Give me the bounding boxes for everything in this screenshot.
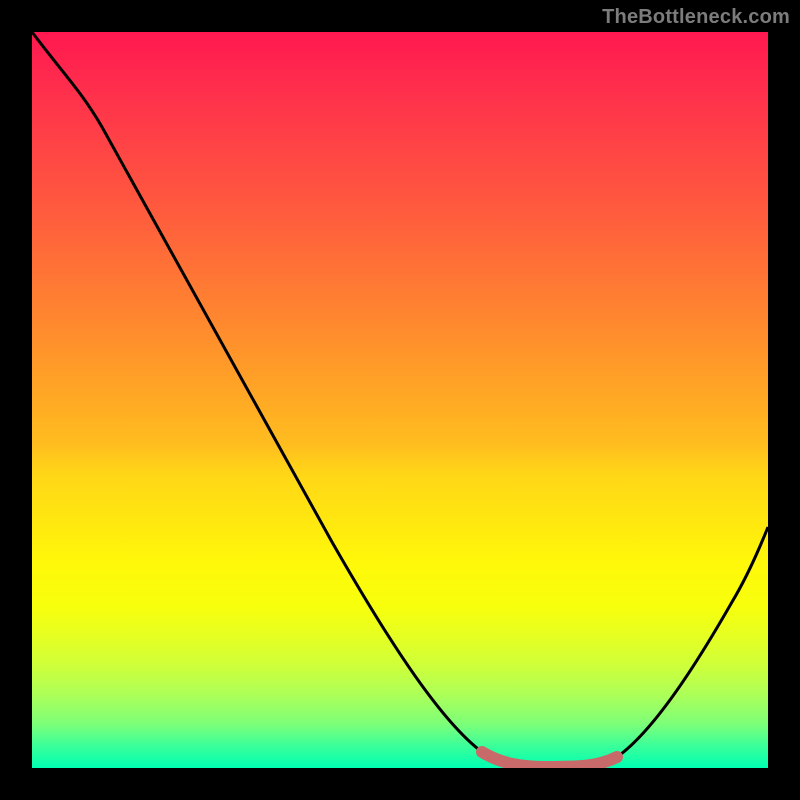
chart-svg — [32, 32, 768, 768]
watermark-text: TheBottleneck.com — [602, 6, 790, 29]
optimal-range-highlight — [482, 752, 617, 767]
bottleneck-curve-line — [32, 32, 768, 767]
chart-plot-area — [32, 32, 768, 768]
